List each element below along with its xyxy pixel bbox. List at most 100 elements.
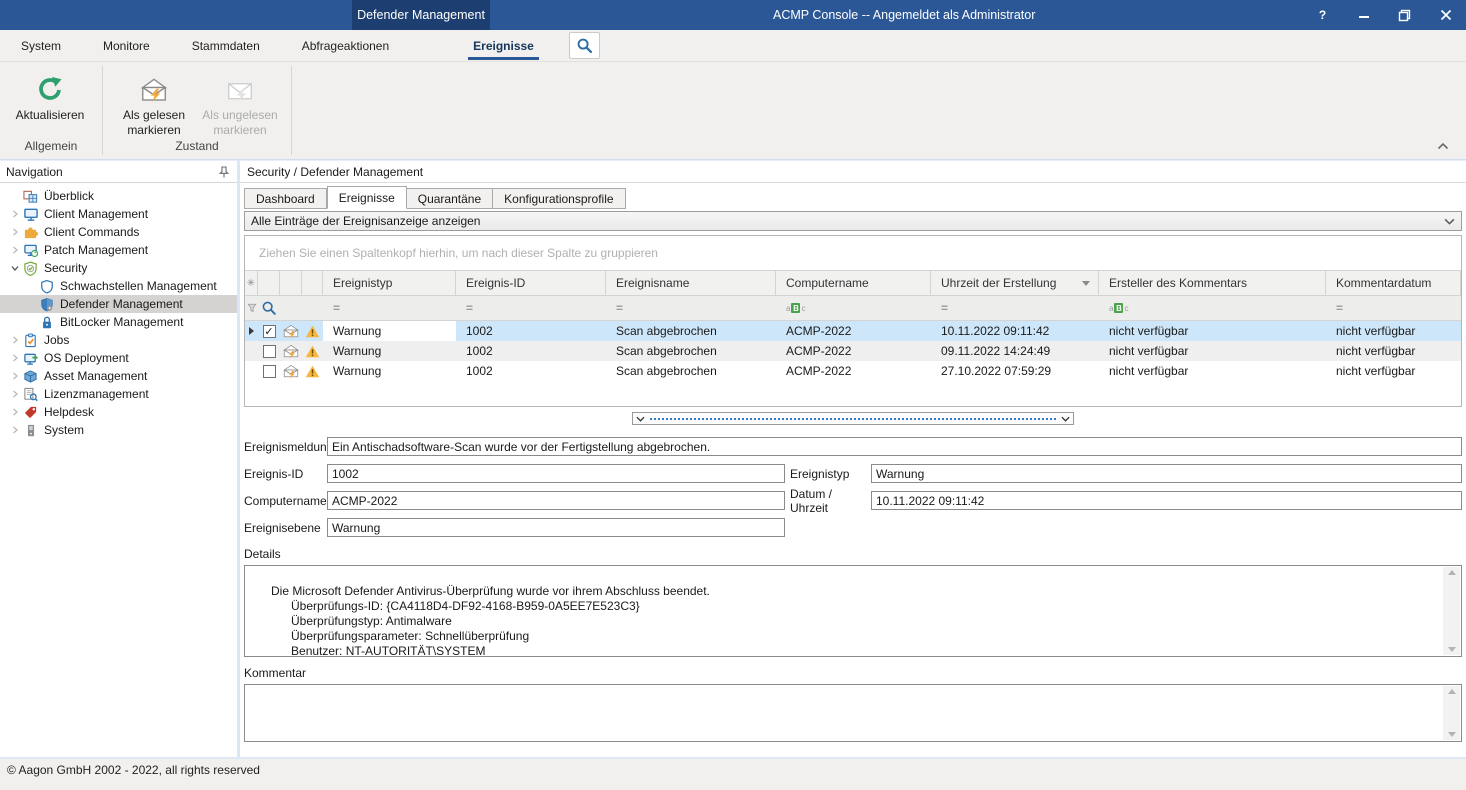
column-header-uhrzeit[interactable]: Uhrzeit der Erstellung [931, 271, 1099, 295]
group-by-hint[interactable]: Ziehen Sie einen Spaltenkopf hierhin, um… [245, 236, 1461, 270]
ereignisebene-field[interactable] [327, 518, 785, 537]
breadcrumb: Security / Defender Management [240, 161, 1466, 183]
restore-button[interactable] [1384, 0, 1425, 30]
help-button[interactable]: ? [1302, 0, 1343, 30]
nav-item-system[interactable]: System [0, 421, 237, 439]
kommentar-textarea[interactable] [244, 684, 1462, 742]
mark-unread-button[interactable]: Als ungelesen markieren [197, 70, 283, 138]
ereignis-id-label: Ereignis-ID [244, 467, 327, 481]
column-header-ersteller[interactable]: Ersteller des Kommentars [1099, 271, 1326, 295]
nav-item-asset-management[interactable]: Asset Management [0, 367, 237, 385]
cell-kommentardatum: nicht verfügbar [1326, 341, 1461, 361]
column-header-kommentardatum[interactable]: Kommentardatum [1326, 271, 1461, 295]
details-textbox[interactable]: Die Microsoft Defender Antivirus-Überprü… [244, 565, 1462, 657]
minimize-button[interactable] [1343, 0, 1384, 30]
close-button[interactable] [1425, 0, 1466, 30]
search-button[interactable] [569, 32, 600, 59]
nav-item-patch-management[interactable]: Patch Management [0, 241, 237, 259]
details-label: Details [244, 547, 1462, 561]
filter-ereignisname[interactable]: = [606, 296, 776, 320]
splitter-handle [650, 418, 1056, 420]
menu-item-system[interactable]: System [0, 30, 82, 62]
defender-shield-icon [38, 296, 55, 312]
ereignistyp-field[interactable] [871, 464, 1462, 483]
event-filter-value: Alle Einträge der Ereignisanzeige anzeig… [251, 214, 1444, 228]
row-checkbox[interactable] [263, 345, 276, 358]
details-scrollbar[interactable] [1443, 567, 1460, 655]
event-filter-dropdown[interactable]: Alle Einträge der Ereignisanzeige anzeig… [244, 211, 1462, 231]
menu-item-abfrageaktionen[interactable]: Abfrageaktionen [281, 30, 410, 62]
mark-read-button[interactable]: Als gelesen markieren [111, 70, 197, 138]
cell-ereignis-id: 1002 [456, 321, 606, 341]
computername-field[interactable] [327, 491, 785, 510]
nav-item-client-commands[interactable]: Client Commands [0, 223, 237, 241]
chevron-down-icon [1444, 218, 1455, 225]
detail-splitter[interactable] [632, 412, 1074, 425]
nav-item-schwachstellen-management[interactable]: Schwachstellen Management [0, 277, 237, 295]
tab-ereignisse[interactable]: Ereignisse [327, 186, 407, 209]
ereignis-id-field[interactable] [327, 464, 785, 483]
ribbon: Aktualisieren Allgemein Als gelesen mark… [0, 62, 1466, 160]
ereignismeldung-label: Ereignismeldung [244, 440, 327, 454]
client-commands-icon [22, 224, 39, 240]
filter-search-cell[interactable] [258, 296, 280, 320]
column-header-ereignistyp[interactable]: Ereignistyp [323, 271, 456, 295]
ereignismeldung-field[interactable] [327, 437, 1462, 456]
menu-item-stammdaten[interactable]: Stammdaten [171, 30, 281, 62]
nav-item-client-management[interactable]: Client Management [0, 205, 237, 223]
cell-ereignisname: Scan abgebrochen [606, 341, 776, 361]
kommentar-scrollbar[interactable] [1443, 686, 1460, 740]
column-header-ereignis-id[interactable]: Ereignis-ID [456, 271, 606, 295]
read-envelope-icon [282, 324, 300, 339]
chevron-up-icon [1437, 142, 1449, 150]
header-severity-column[interactable] [302, 271, 323, 295]
computername-label: Computername [244, 494, 327, 508]
tab-quarantaene[interactable]: Quarantäne [407, 188, 493, 209]
navigation-tree: Überblick Client Management Client Comma… [0, 183, 237, 439]
cell-ersteller: nicht verfügbar [1099, 341, 1326, 361]
datum-uhrzeit-field[interactable] [871, 491, 1462, 510]
tab-konfigurationsprofile[interactable]: Konfigurationsprofile [493, 188, 625, 209]
nav-item-bitlocker-management[interactable]: BitLocker Management [0, 313, 237, 331]
row-checkbox[interactable]: ✓ [263, 325, 276, 338]
nav-item-os-deployment[interactable]: OS Deployment [0, 349, 237, 367]
nav-item-helpdesk[interactable]: Helpdesk [0, 403, 237, 421]
nav-item-ueberblick[interactable]: Überblick [0, 187, 237, 205]
filter-kommentardatum[interactable]: = [1326, 296, 1461, 320]
refresh-button[interactable]: Aktualisieren [0, 70, 100, 123]
nav-item-lizenzmanagement[interactable]: Lizenzmanagement [0, 385, 237, 403]
menu-item-ereignisse[interactable]: Ereignisse [452, 30, 555, 62]
kommentar-label: Kommentar [244, 666, 1462, 680]
mark-unread-label: Als ungelesen markieren [197, 108, 283, 138]
header-read-column[interactable] [280, 271, 302, 295]
cell-kommentardatum: nicht verfügbar [1326, 321, 1461, 341]
pin-icon[interactable] [217, 165, 231, 179]
nav-item-jobs[interactable]: Jobs [0, 331, 237, 349]
table-row[interactable]: Warnung 1002 Scan abgebrochen ACMP-2022 … [245, 361, 1461, 381]
helpdesk-icon [22, 404, 39, 420]
filter-ereignistyp[interactable]: = [323, 296, 456, 320]
nav-item-defender-management[interactable]: Defender Management [0, 295, 237, 313]
document-tab[interactable]: Defender Management [352, 0, 490, 30]
titlebar: Defender Management ACMP Console -- Ange… [0, 0, 1466, 30]
column-header-ereignisname[interactable]: Ereignisname [606, 271, 776, 295]
filter-uhrzeit[interactable]: = [931, 296, 1099, 320]
filter-ereignis-id[interactable]: = [456, 296, 606, 320]
cell-ereignistyp: Warnung [323, 341, 456, 361]
menu-item-monitore[interactable]: Monitore [82, 30, 171, 62]
events-grid: Ziehen Sie einen Spaltenkopf hierhin, um… [244, 235, 1462, 407]
mark-read-label: Als gelesen markieren [111, 108, 197, 138]
column-header-computername[interactable]: Computername [776, 271, 931, 295]
tab-dashboard[interactable]: Dashboard [244, 188, 327, 209]
details-text: Die Microsoft Defender Antivirus-Überprü… [251, 584, 710, 658]
row-checkbox[interactable] [263, 365, 276, 378]
table-row[interactable]: Warnung 1002 Scan abgebrochen ACMP-2022 … [245, 341, 1461, 361]
nav-item-security[interactable]: Security [0, 259, 237, 277]
cell-uhrzeit: 10.11.2022 09:11:42 [931, 321, 1099, 341]
header-checkbox-column[interactable] [258, 271, 280, 295]
filter-computername[interactable]: aBc [776, 296, 931, 320]
collapse-ribbon-button[interactable] [1430, 137, 1456, 155]
scroll-up-icon [1448, 689, 1456, 694]
table-row[interactable]: ✓ Warnung 1002 Scan abgebrochen ACMP-202… [245, 321, 1461, 341]
filter-ersteller[interactable]: aBc [1099, 296, 1326, 320]
